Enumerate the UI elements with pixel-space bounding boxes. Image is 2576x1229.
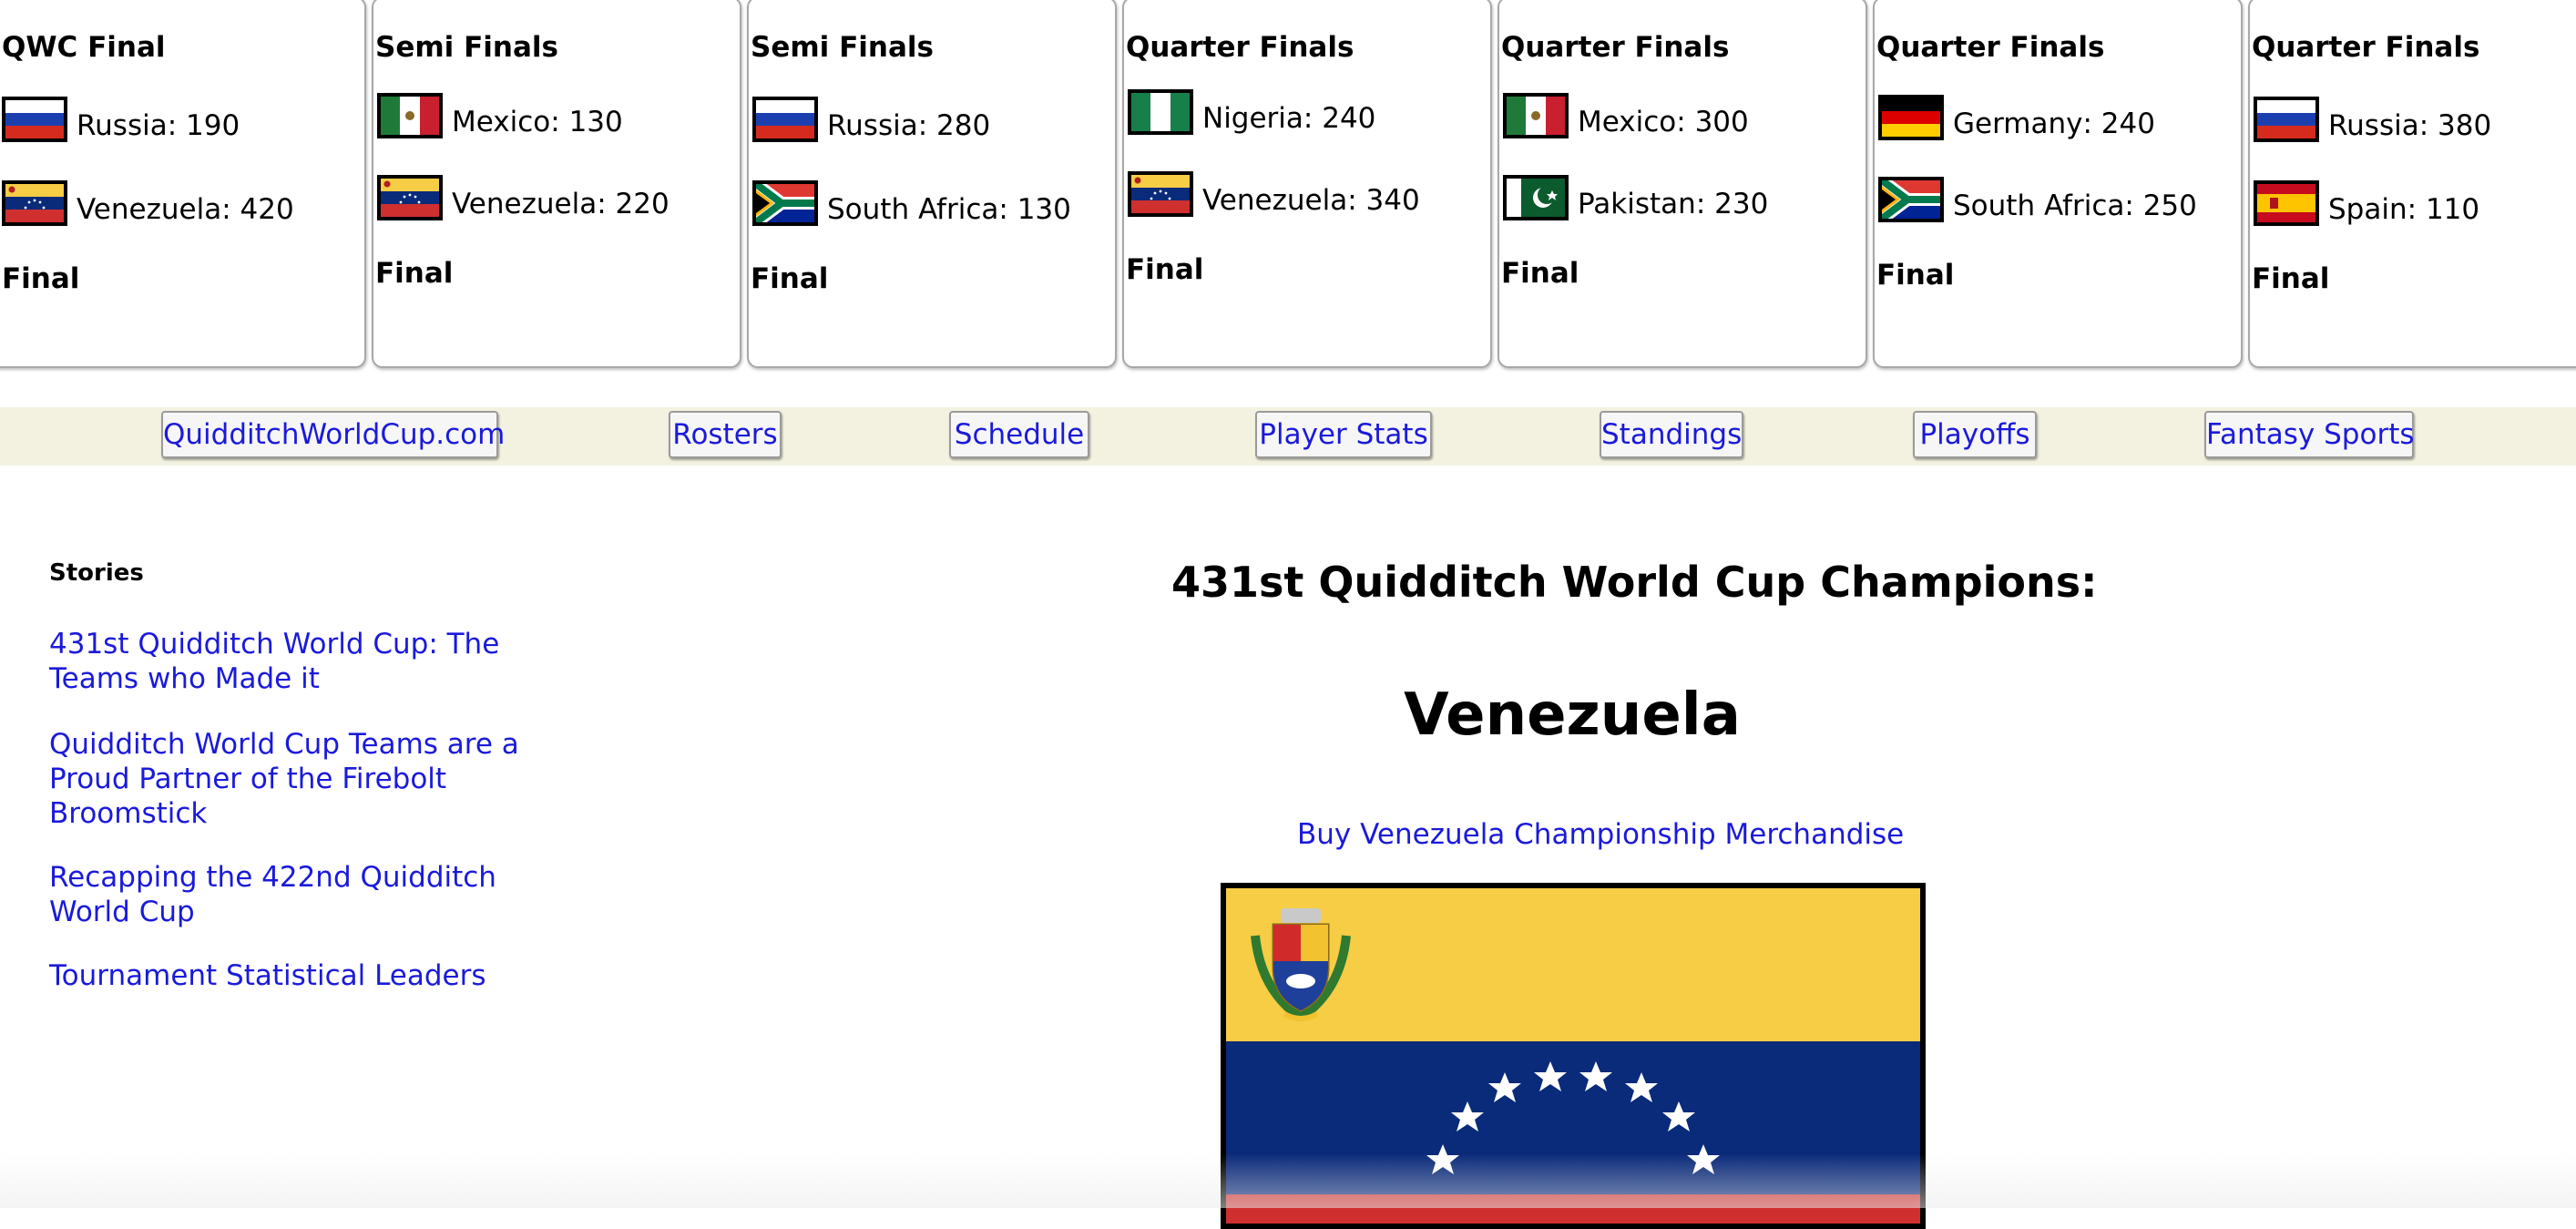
russia-flag-icon xyxy=(752,97,818,142)
russia-flag-icon xyxy=(2,97,67,142)
team-row: Pakistan: 230 xyxy=(1503,175,1768,220)
team-name: Nigeria xyxy=(1202,102,1303,135)
team-name: Spain xyxy=(2328,193,2407,226)
score-card[interactable]: Semi Finals Mexico: 130 Venezuela: 220 F… xyxy=(372,0,741,368)
main-nav: QuidditchWorldCup.com Rosters Schedule P… xyxy=(0,407,2576,466)
russia-flag-icon xyxy=(2254,97,2319,142)
round-title: Semi Finals xyxy=(375,31,558,64)
score-card[interactable]: Quarter Finals Nigeria: 240 Venezuela: 3… xyxy=(1122,0,1492,368)
venezuela-flag-icon xyxy=(377,175,443,220)
team-name: Venezuela xyxy=(77,193,222,226)
story-link[interactable]: Tournament Statistical Leaders xyxy=(49,958,568,993)
game-status: Final xyxy=(751,262,829,295)
team-score: 230 xyxy=(1714,188,1769,220)
game-status: Final xyxy=(1126,253,1204,286)
south-africa-flag-icon xyxy=(752,180,818,226)
game-status: Final xyxy=(2252,262,2330,295)
team-score: 280 xyxy=(936,109,991,142)
team-row: Mexico: 300 xyxy=(1503,93,1749,138)
team-score: 240 xyxy=(1322,102,1376,135)
pakistan-flag-icon xyxy=(1503,175,1569,220)
team-row: Germany: 240 xyxy=(1878,95,2155,140)
team-score: 110 xyxy=(2425,193,2480,226)
game-status: Final xyxy=(1501,257,1579,290)
venezuela-flag-icon xyxy=(1128,171,1193,217)
nav-playoffs-button[interactable]: Playoffs xyxy=(1913,411,2037,458)
nav-player-stats-button[interactable]: Player Stats xyxy=(1255,411,1432,458)
team-score: 190 xyxy=(186,109,240,142)
team-row: Mexico: 130 xyxy=(377,93,623,138)
team-row: Russia: 190 xyxy=(2,97,240,142)
team-name: Russia xyxy=(2328,109,2419,142)
team-row: Nigeria: 240 xyxy=(1128,89,1375,135)
round-title: Quarter Finals xyxy=(1126,31,1354,64)
nav-schedule-button[interactable]: Schedule xyxy=(949,411,1089,458)
team-row: Venezuela: 420 xyxy=(2,180,294,226)
game-status: Final xyxy=(2,262,80,295)
team-row: Venezuela: 340 xyxy=(1128,171,1420,217)
team-row: South Africa: 130 xyxy=(752,180,1071,226)
team-row: Russia: 380 xyxy=(2254,97,2491,142)
team-score: 380 xyxy=(2438,109,2492,142)
game-status: Final xyxy=(1876,259,1955,292)
team-row: Venezuela: 220 xyxy=(377,175,670,220)
story-link[interactable]: Recapping the 422nd Quidditch World Cup xyxy=(49,860,568,929)
south-africa-flag-icon xyxy=(1878,177,1944,222)
mexico-flag-icon xyxy=(1503,93,1569,138)
score-card[interactable]: QWC Final Russia: 190 Venezuela: 420 Fin… xyxy=(0,0,366,368)
score-card[interactable]: Quarter Finals Russia: 380 Spain: 110 Fi… xyxy=(2248,0,2576,368)
team-name: Pakistan xyxy=(1578,188,1696,220)
venezuela-flag-image xyxy=(1221,883,1926,1229)
round-title: Quarter Finals xyxy=(2252,31,2480,64)
team-score: 130 xyxy=(568,106,623,138)
team-name: Germany xyxy=(1953,108,2083,140)
score-card[interactable]: Semi Finals Russia: 280 South Africa: 13… xyxy=(747,0,1117,368)
team-score: 220 xyxy=(615,188,670,220)
round-title: Semi Finals xyxy=(751,31,934,64)
team-row: Russia: 280 xyxy=(752,97,990,142)
spain-flag-icon xyxy=(2254,180,2319,226)
team-name: Venezuela xyxy=(1202,184,1348,217)
merchandise-link[interactable]: Buy Venezuela Championship Merchandise xyxy=(1297,818,1904,851)
score-card[interactable]: Quarter Finals Mexico: 300 Pakistan: 230… xyxy=(1498,0,1867,368)
round-title: Quarter Finals xyxy=(1501,31,1730,64)
team-score: 420 xyxy=(240,193,294,226)
nav-home-button[interactable]: QuidditchWorldCup.com xyxy=(161,411,505,458)
stories-title: Stories xyxy=(49,559,144,587)
team-name: Russia xyxy=(827,109,918,142)
score-card[interactable]: Quarter Finals Germany: 240 South Africa… xyxy=(1873,0,2243,368)
team-name: South Africa xyxy=(827,193,999,226)
round-title: Quarter Finals xyxy=(1876,31,2105,64)
team-name: Mexico xyxy=(1578,106,1677,138)
round-title: QWC Final xyxy=(2,31,166,64)
champion-team-name: Venezuela xyxy=(1404,681,1741,749)
team-row: South Africa: 250 xyxy=(1878,177,2197,222)
scoreboard: QWC Final Russia: 190 Venezuela: 420 Fin… xyxy=(0,0,2576,374)
mexico-flag-icon xyxy=(377,93,443,138)
team-score: 240 xyxy=(2101,108,2155,140)
team-score: 340 xyxy=(1365,184,1420,217)
game-status: Final xyxy=(375,257,454,290)
champions-heading: 431st Quidditch World Cup Champions: xyxy=(1171,558,2098,607)
team-name: Mexico xyxy=(452,106,551,138)
team-row: Spain: 110 xyxy=(2254,180,2479,226)
team-name: Venezuela xyxy=(452,188,598,220)
team-score: 300 xyxy=(1694,106,1749,138)
venezuela-flag-icon xyxy=(2,180,67,226)
team-name: Russia xyxy=(77,109,168,142)
germany-flag-icon xyxy=(1878,95,1944,140)
nav-rosters-button[interactable]: Rosters xyxy=(669,411,782,458)
team-name: South Africa xyxy=(1953,189,2125,222)
nigeria-flag-icon xyxy=(1128,89,1193,135)
team-score: 130 xyxy=(1017,193,1071,226)
nav-fantasy-sports-button[interactable]: Fantasy Sports xyxy=(2204,411,2415,458)
nav-standings-button[interactable]: Standings xyxy=(1600,411,1743,458)
team-score: 250 xyxy=(2142,189,2197,222)
venezuela-flag-graphic xyxy=(1226,888,1920,1224)
